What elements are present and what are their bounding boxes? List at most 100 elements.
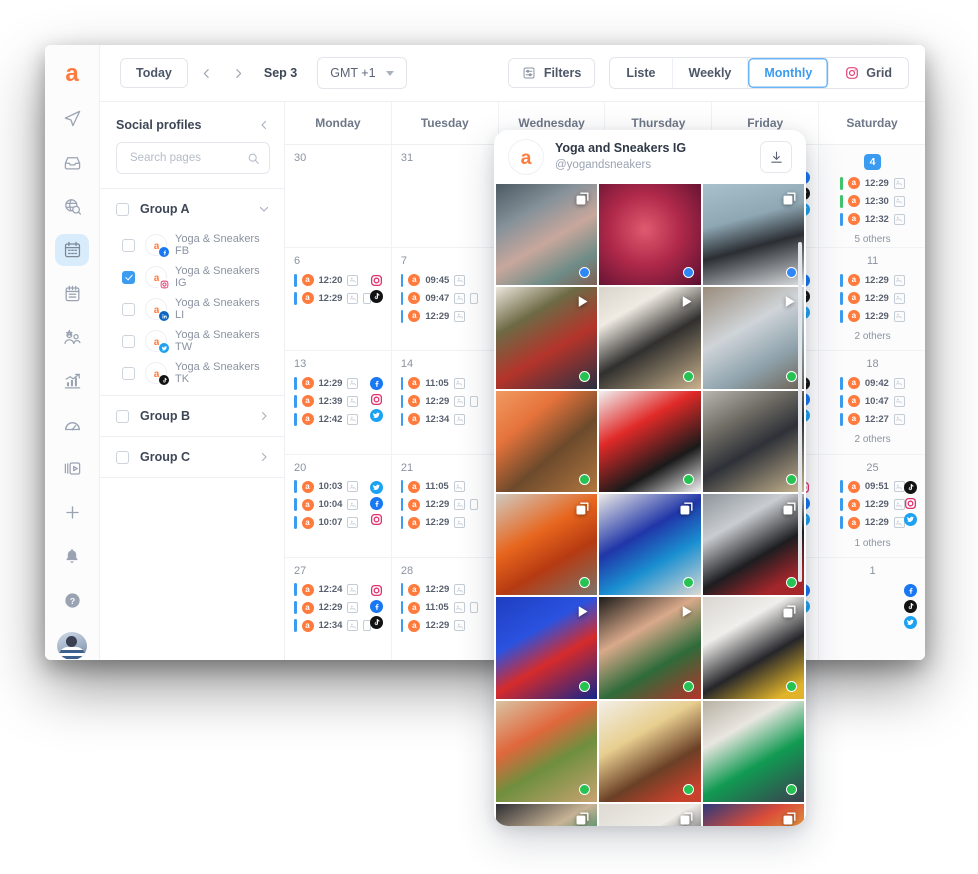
calendar-event[interactable]: a 12:29 bbox=[400, 619, 490, 633]
sidebar-collapse-icon[interactable] bbox=[258, 119, 270, 131]
calendar-event[interactable]: a 12:34 bbox=[400, 412, 490, 426]
group-b-checkbox[interactable] bbox=[116, 409, 129, 423]
instagram-post-tile[interactable] bbox=[702, 494, 804, 596]
calendar-event[interactable]: a 10:47 bbox=[840, 394, 905, 408]
calendar-event[interactable]: a 12:29 bbox=[840, 176, 905, 190]
group-c-header[interactable]: Group C bbox=[100, 437, 284, 477]
calendar-event[interactable]: a 12:29 bbox=[400, 309, 490, 323]
view-tab-monthly[interactable]: Monthly bbox=[748, 58, 830, 88]
user-avatar[interactable] bbox=[57, 631, 87, 660]
twitter-icon[interactable] bbox=[903, 615, 917, 629]
timezone-select[interactable]: GMT +1 bbox=[317, 57, 407, 89]
view-tab-weekly[interactable]: Weekly bbox=[673, 58, 749, 88]
tiktok-icon[interactable] bbox=[903, 480, 917, 494]
calendar-event[interactable]: a 12:29 bbox=[840, 516, 905, 530]
calendar-day-cell[interactable]: 18 a 09:42 a 10:47 a 12:27 2 others bbox=[819, 351, 925, 454]
facebook-icon[interactable] bbox=[369, 599, 383, 613]
audience-icon[interactable] bbox=[55, 322, 89, 354]
chevron-right-icon[interactable] bbox=[258, 410, 270, 422]
instagram-icon[interactable] bbox=[904, 497, 917, 510]
calendar-day-cell[interactable]: 14 a 11:05 a 12:29 a 12:34 bbox=[392, 351, 499, 454]
analytics-icon[interactable] bbox=[55, 365, 89, 397]
facebook-icon[interactable] bbox=[903, 583, 917, 597]
instagram-post-tile[interactable] bbox=[496, 390, 598, 493]
bell-icon[interactable] bbox=[55, 540, 89, 572]
calendar-event[interactable]: a 09:51 bbox=[840, 480, 905, 494]
instagram-post-tile[interactable] bbox=[599, 700, 701, 803]
help-icon[interactable]: ? bbox=[55, 584, 89, 616]
instagram-post-tile[interactable] bbox=[599, 494, 701, 596]
download-icon[interactable] bbox=[760, 141, 792, 173]
calendar-day-cell[interactable]: 28 a 12:29 a 11:05 a 12:29 bbox=[392, 557, 499, 660]
calendar-day-cell[interactable]: 21 a 11:05 a 12:29 a 12:29 bbox=[392, 454, 499, 557]
calendar-event[interactable]: a 12:32 bbox=[840, 212, 905, 226]
tiktok-icon[interactable] bbox=[369, 290, 383, 304]
today-button[interactable]: Today bbox=[120, 57, 188, 89]
instagram-icon[interactable] bbox=[370, 274, 383, 287]
instagram-post-tile[interactable] bbox=[599, 287, 701, 389]
instagram-post-tile[interactable] bbox=[702, 700, 804, 803]
calendar-day-cell[interactable]: 31 bbox=[392, 145, 499, 248]
calendar-event[interactable]: a 11:05 bbox=[400, 601, 490, 615]
calendar-event[interactable]: a 12:29 bbox=[400, 516, 490, 530]
instagram-post-tile[interactable] bbox=[496, 287, 598, 389]
instagram-post-tile[interactable] bbox=[702, 287, 804, 389]
calendar-icon[interactable] bbox=[55, 234, 89, 266]
prev-period-icon[interactable] bbox=[194, 60, 220, 86]
chevron-right-icon[interactable] bbox=[258, 451, 270, 463]
more-events-label[interactable]: 5 others bbox=[828, 234, 917, 245]
profile-item-li[interactable]: a Yoga & Sneakers LI bbox=[100, 293, 284, 325]
popup-scrollbar[interactable] bbox=[798, 242, 802, 582]
calendar-day-cell[interactable]: 4 a 12:29 a 12:30 a 12:32 5 others bbox=[819, 145, 925, 248]
calendar-event[interactable]: a 12:29 bbox=[840, 498, 905, 512]
tiktok-icon[interactable] bbox=[369, 615, 383, 629]
more-events-label[interactable]: 2 others bbox=[828, 434, 917, 445]
publishing-icon[interactable] bbox=[55, 103, 89, 135]
reports-notes-icon[interactable] bbox=[55, 278, 89, 310]
profile-li-checkbox[interactable] bbox=[122, 302, 135, 316]
filters-button[interactable]: Filters bbox=[507, 58, 596, 88]
more-events-label[interactable]: 2 others bbox=[828, 331, 917, 342]
instagram-post-tile[interactable] bbox=[599, 184, 701, 286]
profile-tk-checkbox[interactable] bbox=[122, 366, 135, 380]
instagram-icon[interactable] bbox=[370, 513, 383, 526]
calendar-day-cell[interactable]: 30 bbox=[285, 145, 392, 248]
profile-item-tk[interactable]: a Yoga & Sneakers TK bbox=[100, 357, 284, 395]
instagram-post-tile[interactable] bbox=[496, 494, 598, 596]
calendar-event[interactable]: a 12:29 bbox=[400, 583, 490, 597]
instagram-post-tile[interactable] bbox=[702, 804, 804, 826]
media-library-icon[interactable] bbox=[55, 453, 89, 485]
tiktok-icon[interactable] bbox=[903, 599, 917, 613]
profile-tw-checkbox[interactable] bbox=[122, 334, 135, 348]
calendar-day-cell[interactable]: 11 a 12:29 a 12:29 a 12:29 2 others bbox=[819, 248, 925, 351]
search-box[interactable] bbox=[116, 142, 270, 174]
gauge-icon[interactable] bbox=[55, 409, 89, 441]
instagram-post-tile[interactable] bbox=[496, 804, 598, 826]
calendar-event[interactable]: a 09:45 bbox=[400, 273, 490, 287]
calendar-event[interactable]: a 12:29 bbox=[840, 291, 905, 305]
group-a-checkbox[interactable] bbox=[116, 202, 129, 216]
calendar-event[interactable]: a 12:29 bbox=[400, 394, 490, 408]
facebook-icon[interactable] bbox=[369, 377, 383, 391]
instagram-post-tile[interactable] bbox=[702, 184, 804, 286]
group-a-header[interactable]: Group A bbox=[100, 189, 284, 229]
next-period-icon[interactable] bbox=[226, 60, 252, 86]
chevron-down-icon[interactable] bbox=[258, 203, 270, 215]
instagram-post-tile[interactable] bbox=[599, 597, 701, 699]
twitter-icon[interactable] bbox=[903, 512, 917, 526]
calendar-day-cell[interactable]: 25 a 09:51 a 12:29 a 12:29 1 others bbox=[819, 454, 925, 557]
calendar-day-cell[interactable]: 13 a 12:29 a 12:39 a 12:42 bbox=[285, 351, 392, 454]
instagram-post-tile[interactable] bbox=[599, 804, 701, 826]
instagram-icon[interactable] bbox=[370, 584, 383, 597]
instagram-post-tile[interactable] bbox=[496, 700, 598, 803]
calendar-event[interactable]: a 09:42 bbox=[840, 376, 905, 390]
calendar-day-cell[interactable]: 7 a 09:45 a 09:47 a 12:29 bbox=[392, 248, 499, 351]
instagram-post-tile[interactable] bbox=[599, 390, 701, 493]
group-c-checkbox[interactable] bbox=[116, 450, 129, 464]
inbox-icon[interactable] bbox=[55, 147, 89, 179]
calendar-event[interactable]: a 11:05 bbox=[400, 376, 490, 390]
search-input[interactable] bbox=[128, 151, 247, 165]
calendar-event[interactable]: a 12:30 bbox=[840, 194, 905, 208]
group-b-header[interactable]: Group B bbox=[100, 396, 284, 436]
profile-ig-checkbox[interactable] bbox=[122, 270, 135, 284]
